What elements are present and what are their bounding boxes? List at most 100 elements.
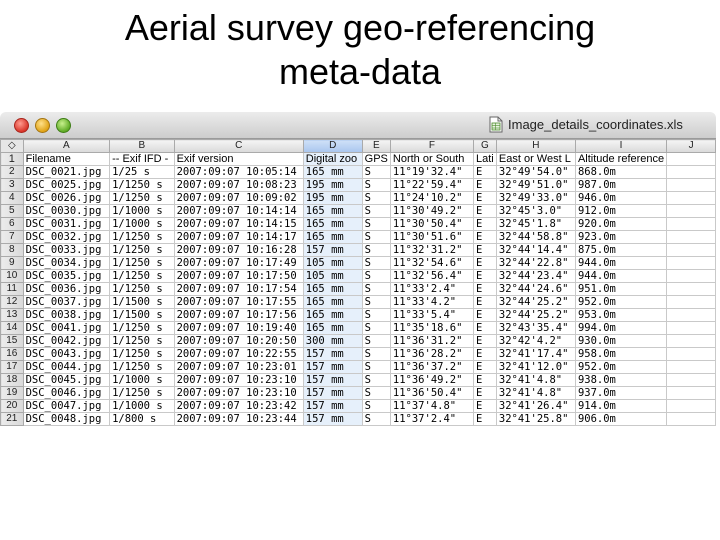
cell-a[interactable]: DSC_0041.jpg xyxy=(22,321,111,335)
cell-f[interactable]: 11°36'31.2" xyxy=(389,334,474,348)
cell-h[interactable]: 32°44'23.4" xyxy=(495,269,576,283)
cell-a[interactable]: DSC_0026.jpg xyxy=(22,191,111,205)
cell-b[interactable]: 1/1250 s xyxy=(109,178,175,192)
cell-d[interactable]: 165 mm xyxy=(302,295,363,309)
cell-h[interactable]: 32°45'3.0" xyxy=(495,204,576,218)
cell-b[interactable]: 1/1250 s xyxy=(109,243,175,257)
column-header-h[interactable]: H xyxy=(495,139,576,153)
row-header[interactable]: 20 xyxy=(0,399,24,413)
cell-f[interactable]: 11°22'59.4" xyxy=(389,178,474,192)
cell-f[interactable]: 11°36'50.4" xyxy=(389,386,474,400)
cell-j[interactable] xyxy=(666,269,716,283)
cell-b[interactable]: 1/1250 s xyxy=(109,321,175,335)
row-header[interactable]: 21 xyxy=(0,412,24,426)
cell-h[interactable]: 32°44'14.4" xyxy=(495,243,576,257)
cell-i[interactable]: 952.0m xyxy=(574,360,668,374)
cell-g[interactable]: E xyxy=(472,256,497,270)
cell-b[interactable]: 1/1000 s xyxy=(109,399,175,413)
row-header[interactable]: 10 xyxy=(0,269,24,283)
cell-i[interactable]: Altitude reference xyxy=(574,152,668,166)
cell-i[interactable]: 994.0m xyxy=(574,321,668,335)
cell-c[interactable]: 2007:09:07 10:17:55 xyxy=(173,295,304,309)
cell-b[interactable]: 1/1250 s xyxy=(109,269,175,283)
cell-b[interactable]: 1/1500 s xyxy=(109,295,175,309)
cell-j[interactable] xyxy=(666,308,716,322)
cell-h[interactable]: 32°49'33.0" xyxy=(495,191,576,205)
cell-d[interactable]: 300 mm xyxy=(302,334,363,348)
column-header-d[interactable]: D xyxy=(302,139,363,153)
cell-h[interactable]: 32°41'17.4" xyxy=(495,347,576,361)
cell-c[interactable]: 2007:09:07 10:17:56 xyxy=(173,308,304,322)
cell-e[interactable]: S xyxy=(361,347,391,361)
cell-c[interactable]: 2007:09:07 10:23:10 xyxy=(173,373,304,387)
row-header[interactable]: 1 xyxy=(0,152,24,166)
cell-f[interactable]: 11°33'4.2" xyxy=(389,295,474,309)
cell-e[interactable]: S xyxy=(361,412,391,426)
cell-a[interactable]: DSC_0021.jpg xyxy=(22,165,111,179)
cell-g[interactable]: E xyxy=(472,204,497,218)
cell-d[interactable]: 165 mm xyxy=(302,230,363,244)
cell-c[interactable]: 2007:09:07 10:14:14 xyxy=(173,204,304,218)
cell-c[interactable]: 2007:09:07 10:23:10 xyxy=(173,386,304,400)
cell-a[interactable]: DSC_0033.jpg xyxy=(22,243,111,257)
cell-i[interactable]: 923.0m xyxy=(574,230,668,244)
cell-i[interactable]: 987.0m xyxy=(574,178,668,192)
cell-c[interactable]: 2007:09:07 10:22:55 xyxy=(173,347,304,361)
cell-h[interactable]: 32°43'35.4" xyxy=(495,321,576,335)
cell-d[interactable]: 165 mm xyxy=(302,217,363,231)
cell-j[interactable] xyxy=(666,152,716,166)
cell-g[interactable]: E xyxy=(472,295,497,309)
close-window-button[interactable] xyxy=(14,118,29,133)
cell-d[interactable]: 165 mm xyxy=(302,204,363,218)
cell-c[interactable]: 2007:09:07 10:17:50 xyxy=(173,269,304,283)
cell-e[interactable]: S xyxy=(361,386,391,400)
cell-h[interactable]: 32°41'4.8" xyxy=(495,373,576,387)
cell-c[interactable]: 2007:09:07 10:14:15 xyxy=(173,217,304,231)
cell-f[interactable]: 11°33'5.4" xyxy=(389,308,474,322)
cell-h[interactable]: 32°44'25.2" xyxy=(495,295,576,309)
cell-e[interactable]: S xyxy=(361,360,391,374)
cell-i[interactable]: 946.0m xyxy=(574,191,668,205)
cell-d[interactable]: 157 mm xyxy=(302,243,363,257)
cell-c[interactable]: 2007:09:07 10:16:28 xyxy=(173,243,304,257)
cell-a[interactable]: DSC_0025.jpg xyxy=(22,178,111,192)
column-header-e[interactable]: E xyxy=(361,139,391,153)
row-header[interactable]: 2 xyxy=(0,165,24,179)
cell-e[interactable]: S xyxy=(361,282,391,296)
row-header[interactable]: 5 xyxy=(0,204,24,218)
cell-a[interactable]: DSC_0032.jpg xyxy=(22,230,111,244)
cell-d[interactable]: 157 mm xyxy=(302,373,363,387)
cell-i[interactable]: 944.0m xyxy=(574,256,668,270)
cell-b[interactable]: 1/1250 s xyxy=(109,360,175,374)
cell-i[interactable]: 958.0m xyxy=(574,347,668,361)
cell-e[interactable]: S xyxy=(361,204,391,218)
cell-b[interactable]: 1/1250 s xyxy=(109,347,175,361)
cell-b[interactable]: 1/1000 s xyxy=(109,217,175,231)
row-header[interactable]: 14 xyxy=(0,321,24,335)
column-header-c[interactable]: C xyxy=(173,139,304,153)
cell-a[interactable]: DSC_0042.jpg xyxy=(22,334,111,348)
cell-j[interactable] xyxy=(666,399,716,413)
row-header[interactable]: 3 xyxy=(0,178,24,192)
cell-f[interactable]: 11°36'49.2" xyxy=(389,373,474,387)
cell-f[interactable]: 11°37'2.4" xyxy=(389,412,474,426)
cell-a[interactable]: DSC_0037.jpg xyxy=(22,295,111,309)
cell-g[interactable]: E xyxy=(472,269,497,283)
cell-j[interactable] xyxy=(666,360,716,374)
cell-e[interactable]: S xyxy=(361,243,391,257)
cell-f[interactable]: 11°36'28.2" xyxy=(389,347,474,361)
cell-c[interactable]: 2007:09:07 10:08:23 xyxy=(173,178,304,192)
cell-i[interactable]: 868.0m xyxy=(574,165,668,179)
cell-b[interactable]: 1/1250 s xyxy=(109,386,175,400)
cell-b[interactable]: 1/1250 s xyxy=(109,334,175,348)
minimize-window-button[interactable] xyxy=(35,118,50,133)
column-header-f[interactable]: F xyxy=(389,139,474,153)
row-header[interactable]: 11 xyxy=(0,282,24,296)
cell-j[interactable] xyxy=(666,256,716,270)
cell-c[interactable]: 2007:09:07 10:19:40 xyxy=(173,321,304,335)
cell-a[interactable]: DSC_0044.jpg xyxy=(22,360,111,374)
cell-d[interactable]: 105 mm xyxy=(302,269,363,283)
cell-f[interactable]: 11°35'18.6" xyxy=(389,321,474,335)
row-header[interactable]: 13 xyxy=(0,308,24,322)
cell-j[interactable] xyxy=(666,282,716,296)
